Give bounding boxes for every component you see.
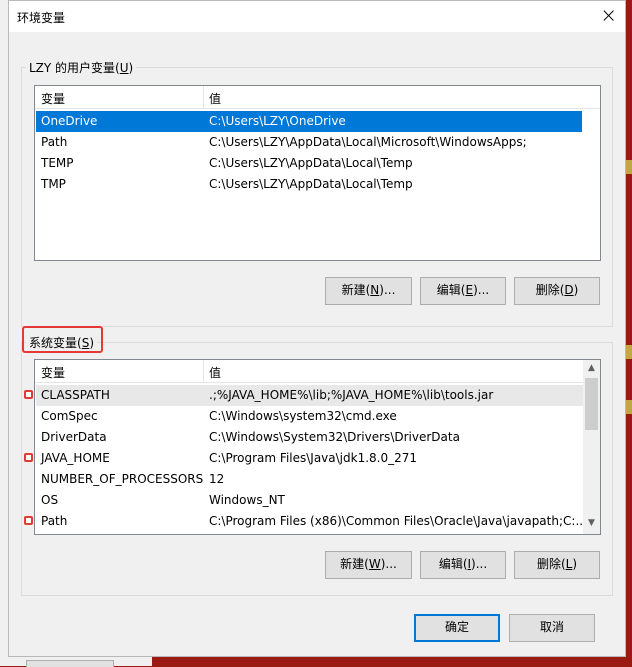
list-item[interactable]: DriverData C:\Windows\System32\Drivers\D… — [36, 427, 584, 448]
system-delete-button[interactable]: 删除(L) — [514, 551, 600, 579]
column-header-value[interactable]: 值 — [209, 364, 221, 381]
column-header-variable[interactable]: 变量 — [41, 90, 65, 107]
user-delete-button[interactable]: 删除(D) — [514, 277, 600, 305]
user-new-button[interactable]: 新建(N)... — [325, 277, 412, 305]
list-item[interactable]: Path C:\Program Files (x86)\Common Files… — [36, 511, 587, 532]
environment-variables-dialog: 环境变量 × LZY 的用户变量(U) 变量 值 OneDrive C:\Use… — [8, 0, 626, 657]
list-item[interactable]: TMP C:\Users\LZY\AppData\Local\Temp — [36, 174, 582, 195]
list-item[interactable]: OneDrive C:\Users\LZY\OneDrive — [36, 111, 582, 132]
close-icon[interactable]: × — [600, 3, 617, 27]
user-list-header: 变量 值 — [35, 86, 600, 109]
list-item[interactable]: JAVA_HOME C:\Program Files\Java\jdk1.8.0… — [36, 448, 584, 469]
scrollbar-thumb[interactable] — [585, 378, 598, 430]
vertical-scrollbar[interactable]: ▲ ▼ — [583, 360, 600, 534]
user-variables-list[interactable]: 变量 值 OneDrive C:\Users\LZY\OneDrive Path… — [34, 85, 601, 261]
list-item[interactable]: ComSpec C:\Windows\system32\cmd.exe — [36, 406, 584, 427]
cancel-button[interactable]: 取消 — [509, 614, 595, 642]
list-item[interactable]: Path C:\Users\LZY\AppData\Local\Microsof… — [36, 132, 582, 153]
user-variables-label: LZY 的用户变量(U) — [26, 59, 137, 76]
background-window-edge — [0, 0, 8, 666]
background-mark — [626, 400, 632, 414]
scroll-up-arrow-icon[interactable]: ▲ — [583, 363, 600, 373]
column-header-variable[interactable]: 变量 — [41, 364, 65, 381]
column-header-value[interactable]: 值 — [209, 90, 221, 107]
system-variables-list[interactable]: 变量 值 CLASSPATH .;%JAVA_HOME%\lib;%JAVA_H… — [34, 359, 601, 535]
ok-button[interactable]: 确定 — [414, 614, 500, 642]
title-bar: 环境变量 × — [9, 1, 625, 32]
highlight-annotation-box — [22, 326, 103, 353]
system-edit-button[interactable]: 编辑(I)... — [420, 551, 506, 579]
column-separator[interactable] — [203, 360, 204, 382]
background-mark — [626, 345, 632, 359]
system-new-button[interactable]: 新建(W)... — [325, 551, 412, 579]
list-item[interactable]: CLASSPATH .;%JAVA_HOME%\lib;%JAVA_HOME%\… — [36, 385, 584, 406]
list-item[interactable]: NUMBER_OF_PROCESSORS 12 — [36, 469, 584, 490]
user-edit-button[interactable]: 编辑(E)... — [420, 277, 506, 305]
system-list-header: 变量 值 — [35, 360, 583, 383]
background-desktop-bottom — [152, 657, 632, 666]
highlight-marker — [24, 516, 33, 525]
dialog-title: 环境变量 — [17, 11, 66, 25]
column-separator[interactable] — [203, 86, 204, 108]
list-item[interactable]: TEMP C:\Users\LZY\AppData\Local\Temp — [36, 153, 582, 174]
list-item[interactable]: OS Windows_NT — [36, 490, 584, 511]
background-mark — [626, 160, 632, 174]
highlight-marker — [24, 390, 33, 399]
highlight-marker — [24, 453, 33, 462]
scroll-down-arrow-icon[interactable]: ▼ — [583, 518, 600, 528]
background-desktop-edge — [626, 0, 632, 666]
